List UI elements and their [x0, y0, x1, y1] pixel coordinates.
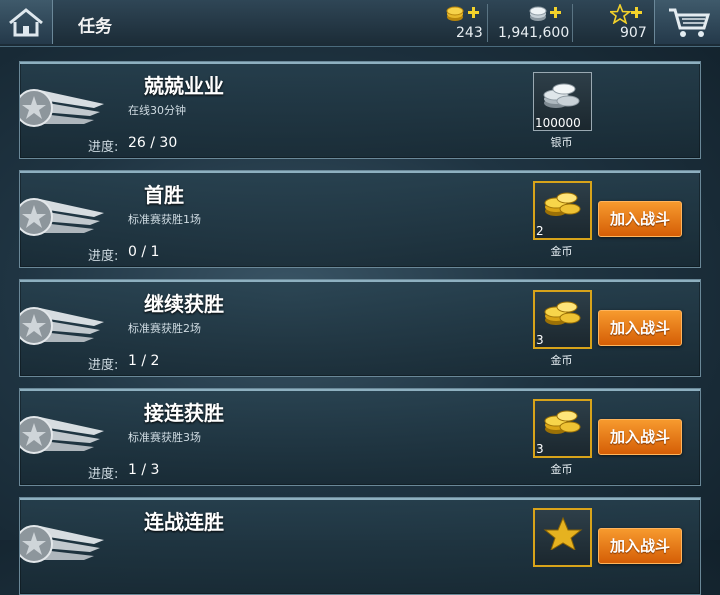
reward-amount: 100000 [535, 116, 581, 130]
reward-label: 金币 [550, 354, 573, 367]
gold-coin-plus-icon [446, 6, 479, 21]
task-title: 兢兢业业 [144, 74, 224, 98]
gold-coins-icon [544, 301, 581, 325]
progress-value: 26 / 30 [128, 135, 178, 151]
home-icon [9, 8, 43, 37]
task-description: 标准赛获胜1场 [128, 213, 201, 226]
reward-amount: 2 [536, 224, 544, 238]
progress-value: 0 / 1 [128, 244, 160, 260]
rank-wings-icon [20, 307, 104, 345]
star-amount: 907 [620, 25, 647, 41]
progress-label: 进度: [88, 249, 119, 264]
divider [20, 280, 700, 282]
task-title: 连战连胜 [144, 510, 224, 534]
shopping-cart-icon [669, 8, 711, 37]
divider [20, 389, 700, 391]
join-battle-button[interactable]: 加入战斗 [598, 419, 682, 455]
task-description: 标准赛获胜3场 [128, 431, 201, 444]
task-card: 兢兢业业 在线30分钟 进度: 26 / 30 100000 银币 [19, 61, 701, 159]
task-card: 继续获胜 标准赛获胜2场 进度: 1 / 2 3 金币 加入战斗 [19, 279, 701, 377]
star-currency[interactable]: 907 [608, 4, 650, 44]
task-title: 继续获胜 [144, 292, 224, 316]
reward-box: 100000 [533, 72, 592, 131]
gold-amount: 243 [456, 25, 483, 41]
task-description: 标准赛获胜2场 [128, 322, 201, 335]
gold-currency[interactable]: 243 [444, 4, 484, 44]
reward-box: 3 [533, 290, 592, 349]
home-button[interactable] [0, 0, 53, 44]
task-description: 在线30分钟 [128, 104, 186, 117]
rank-wings-icon [20, 525, 104, 563]
reward-amount: 3 [536, 333, 544, 347]
gold-coins-icon [544, 410, 581, 434]
task-card: 接连获胜 标准赛获胜3场 进度: 1 / 3 3 金币 加入战斗 [19, 388, 701, 486]
task-card: 首胜 标准赛获胜1场 进度: 0 / 1 2 金币 加入战斗 [19, 170, 701, 268]
progress-label: 进度: [88, 467, 119, 482]
progress-label: 进度: [88, 358, 119, 373]
divider [20, 498, 700, 500]
reward-label: 金币 [550, 245, 573, 258]
gold-coins-icon [544, 192, 581, 216]
rank-wings-icon [20, 416, 104, 454]
divider [20, 62, 700, 64]
progress-value: 1 / 3 [128, 462, 160, 478]
reward-box: 2 [533, 181, 592, 240]
task-title: 首胜 [144, 183, 184, 207]
join-battle-button[interactable]: 加入战斗 [598, 310, 682, 346]
reward-box: 3 [533, 399, 592, 458]
task-card: 连战连胜 加入战斗 [19, 497, 701, 595]
reward-box [533, 508, 592, 567]
join-battle-button[interactable]: 加入战斗 [598, 201, 682, 237]
silver-coins-icon [543, 83, 580, 108]
silver-currency[interactable]: 1,941,600 [498, 4, 570, 44]
gold-star-icon [543, 516, 583, 550]
join-battle-button[interactable]: 加入战斗 [598, 528, 682, 564]
progress-label: 进度: [88, 140, 119, 155]
rank-wings-icon [20, 89, 104, 127]
rank-wings-icon [20, 198, 104, 236]
reward-amount: 3 [536, 442, 544, 456]
divider [487, 4, 488, 42]
top-bar: 任务 243 1,941,600 907 [0, 0, 720, 47]
shop-button[interactable] [654, 0, 720, 44]
silver-coin-plus-icon [529, 6, 561, 21]
task-title: 接连获胜 [144, 401, 224, 425]
progress-value: 1 / 2 [128, 353, 160, 369]
divider [572, 4, 573, 42]
reward-label: 金币 [550, 463, 573, 476]
silver-amount: 1,941,600 [498, 25, 570, 41]
reward-label: 银币 [550, 136, 573, 149]
page-title: 任务 [78, 17, 112, 37]
divider [20, 171, 700, 173]
star-plus-icon [610, 4, 642, 24]
